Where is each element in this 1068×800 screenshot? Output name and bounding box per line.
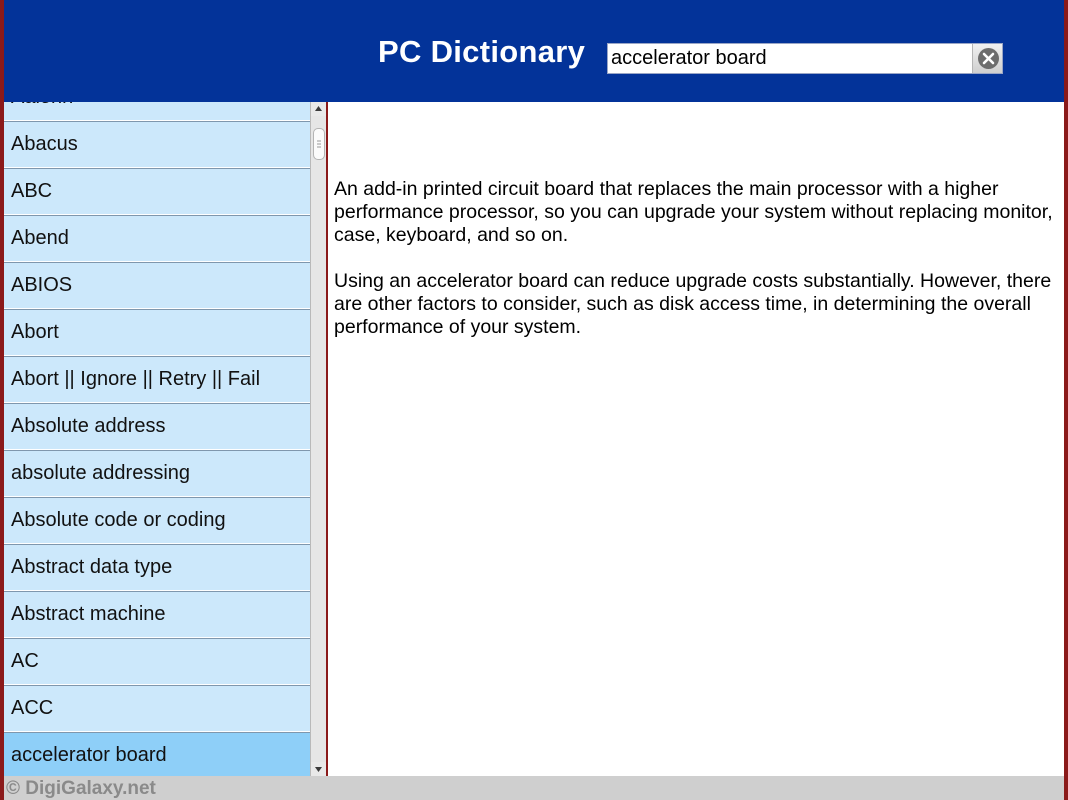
- list-item-selected[interactable]: accelerator board: [4, 732, 310, 776]
- scroll-up-button[interactable]: [311, 102, 326, 116]
- list-item[interactable]: ABC: [4, 168, 310, 215]
- search-clear-button[interactable]: [972, 44, 1002, 73]
- list-item[interactable]: ABIOS: [4, 262, 310, 309]
- caret-up-icon: [315, 106, 322, 111]
- list-item[interactable]: Abort: [4, 309, 310, 356]
- thumb-grip-icon: [317, 140, 321, 148]
- list-scrollbar[interactable]: [310, 102, 326, 776]
- term-list: Aalohh Abacus ABC Abend ABIOS Abort Abor…: [4, 102, 310, 776]
- list-item[interactable]: Absolute address: [4, 403, 310, 450]
- list-item[interactable]: Abacus: [4, 121, 310, 168]
- list-item[interactable]: Abstract data type: [4, 544, 310, 591]
- caret-down-icon: [315, 767, 322, 772]
- definition-panel: An add-in printed circuit board that rep…: [328, 102, 1064, 776]
- scroll-thumb[interactable]: [313, 128, 325, 160]
- definition-paragraph-1: An add-in printed circuit board that rep…: [334, 178, 1053, 246]
- list-item[interactable]: AC: [4, 638, 310, 685]
- search-box: [607, 43, 1003, 74]
- list-item[interactable]: absolute addressing: [4, 450, 310, 497]
- footer-bar: © DigiGalaxy.net: [4, 776, 1064, 800]
- list-item[interactable]: Abend: [4, 215, 310, 262]
- header-bar: PC Dictionary: [4, 0, 1064, 102]
- list-item[interactable]: Absolute code or coding: [4, 497, 310, 544]
- search-input[interactable]: [608, 44, 975, 73]
- definition-paragraph-2: Using an accelerator board can reduce up…: [334, 270, 1052, 338]
- scroll-down-button[interactable]: [311, 762, 326, 776]
- list-item[interactable]: Abstract machine: [4, 591, 310, 638]
- list-item[interactable]: Abort || Ignore || Retry || Fail: [4, 356, 310, 403]
- term-list-panel: Aalohh Abacus ABC Abend ABIOS Abort Abor…: [4, 102, 328, 776]
- app-window: PC Dictionary Aalohh Abacus ABC Abend AB…: [0, 0, 1068, 800]
- app-title: PC Dictionary: [378, 34, 586, 69]
- definition-text: An add-in printed circuit board that rep…: [334, 178, 1056, 362]
- list-item[interactable]: ACC: [4, 685, 310, 732]
- list-item[interactable]: Aalohh: [4, 102, 310, 121]
- copyright-text: © DigiGalaxy.net: [6, 778, 156, 799]
- clear-x-glyph: [982, 52, 995, 65]
